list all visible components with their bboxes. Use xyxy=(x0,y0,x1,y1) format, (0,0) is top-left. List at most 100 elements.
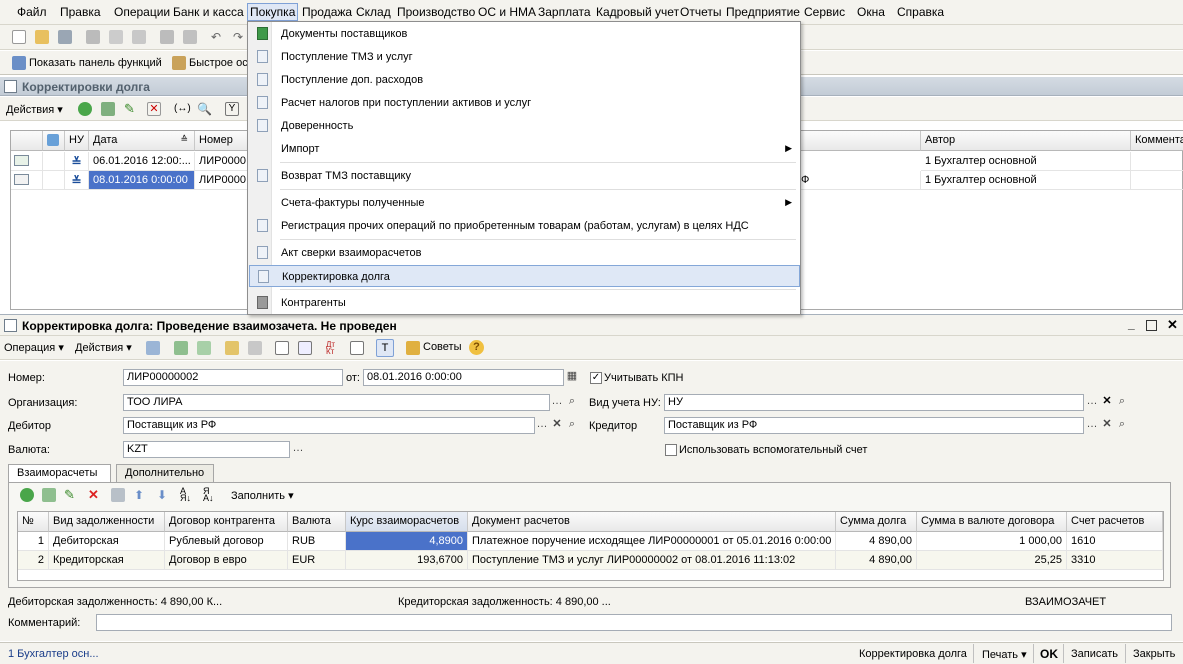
debtor-clear-icon[interactable]: ✕ xyxy=(550,418,564,433)
column-header-kind[interactable]: Вид задолженности xyxy=(49,512,165,532)
org-select-button[interactable]: … xyxy=(550,395,564,410)
tips-button[interactable]: Советы xyxy=(423,341,461,353)
creditor-select-button[interactable]: … xyxy=(1085,418,1099,433)
interval-icon[interactable]: (↔) xyxy=(174,102,191,116)
add-icon[interactable] xyxy=(78,102,92,116)
table-row-rate-selected[interactable]: 4,8900 xyxy=(346,532,468,551)
redo-icon[interactable]: ↷ xyxy=(233,31,245,43)
column-header-nu[interactable]: НУ xyxy=(65,131,89,151)
column-header-document[interactable]: Документ расчетов xyxy=(468,512,836,532)
debtor-field[interactable]: Поставщик из РФ xyxy=(123,417,535,434)
table-row-account[interactable]: 3310 xyxy=(1067,551,1163,570)
menu-item-reconciliation-act[interactable]: Акт сверки взаиморасчетов xyxy=(249,242,800,264)
table-row-contract[interactable]: Договор в евро xyxy=(165,551,288,570)
column-header-n[interactable]: № xyxy=(18,512,49,532)
creditor-search-icon[interactable]: ⌕ xyxy=(1115,418,1129,433)
menu-edit[interactable]: Правка xyxy=(60,5,101,19)
table-row-kind[interactable]: Кредиторская xyxy=(49,551,165,570)
nu-search-icon[interactable]: ⌕ xyxy=(1115,395,1129,410)
edit-pencil-icon[interactable]: ✎ xyxy=(124,102,138,116)
minimize-icon[interactable]: _ xyxy=(1128,317,1135,331)
copy-row-icon[interactable] xyxy=(101,102,115,116)
table-row-comment[interactable] xyxy=(1131,152,1183,171)
table-row-currency[interactable]: EUR xyxy=(288,551,346,570)
menu-hr[interactable]: Кадровый учет xyxy=(596,5,679,19)
table-row-sum-currency[interactable]: 1 000,00 xyxy=(917,532,1067,551)
print-icon[interactable] xyxy=(160,30,174,44)
column-header-date[interactable]: Дата ≙ xyxy=(89,131,195,151)
table-row-document[interactable]: Платежное поручение исходящее ЛИР0000000… xyxy=(468,532,836,551)
nu-clear-icon[interactable]: ✕ xyxy=(1100,395,1114,410)
table-row-n[interactable]: 2 xyxy=(18,551,49,570)
number-field[interactable]: ЛИР00000002 xyxy=(123,369,343,386)
column-header-contract[interactable]: Договор контрагента xyxy=(165,512,288,532)
copy-icon[interactable] xyxy=(109,30,123,44)
column-header-rate[interactable]: Курс взаиморасчетов xyxy=(346,512,468,532)
find-icon[interactable]: 🔍 xyxy=(197,102,212,116)
settlements-table[interactable]: № Вид задолженности Договор контрагента … xyxy=(17,511,1164,581)
column-header-comment[interactable]: Коммента xyxy=(1131,131,1183,151)
table-row-account[interactable]: 1610 xyxy=(1067,532,1163,551)
ok-button[interactable]: OK xyxy=(1040,647,1058,661)
refresh-icon[interactable] xyxy=(197,341,211,355)
comment-field[interactable] xyxy=(96,614,1172,631)
table-row-author[interactable]: 1 Бухгалтер основной xyxy=(921,152,1131,171)
table-row-date[interactable]: 06.01.2016 12:00:... xyxy=(89,152,195,171)
maximize-icon[interactable] xyxy=(1146,320,1157,331)
menu-enterprise[interactable]: Предприятие xyxy=(726,5,800,19)
currency-field[interactable]: KZT xyxy=(123,441,290,458)
form-actions-menu[interactable]: Действия ▾ xyxy=(75,341,132,354)
preview-icon[interactable] xyxy=(183,30,197,44)
table-row-rate[interactable]: 193,6700 xyxy=(346,551,468,570)
menu-file[interactable]: Файл xyxy=(17,5,47,19)
add-row-icon[interactable] xyxy=(20,488,34,502)
dt-kt-icon[interactable]: Дт Кт xyxy=(326,341,340,356)
structure-icon[interactable] xyxy=(275,341,289,355)
column-header-sum[interactable]: Сумма долга xyxy=(836,512,917,532)
table-row-date-selected[interactable]: 08.01.2016 0:00:00 xyxy=(89,171,195,190)
creditor-clear-icon[interactable]: ✕ xyxy=(1100,418,1114,433)
report-icon[interactable] xyxy=(350,341,364,355)
help-icon[interactable]: ? xyxy=(469,340,484,355)
menu-item-vat-registration[interactable]: Регистрация прочих операций по приобрете… xyxy=(249,215,800,237)
menu-item-tax-calc[interactable]: Расчет налогов при поступлении активов и… xyxy=(249,92,800,114)
move-up-icon[interactable]: ⬆ xyxy=(134,488,148,502)
menu-salary[interactable]: Зарплата xyxy=(538,5,591,19)
column-header-author[interactable]: Автор xyxy=(921,131,1131,151)
sort-desc-icon[interactable]: Я А↓ xyxy=(203,487,217,503)
table-row-sum[interactable]: 4 890,00 xyxy=(836,532,917,551)
quick-start-button[interactable]: Быстрое ос xyxy=(189,57,248,69)
move-down-icon[interactable]: ⬇ xyxy=(157,488,171,502)
delete-icon[interactable]: ✕ xyxy=(147,102,161,116)
menu-item-invoices-received[interactable]: Счета-фактуры полученные ▶ xyxy=(249,192,800,214)
column-header-account[interactable]: Счет расчетов xyxy=(1067,512,1163,532)
correction-print-button[interactable]: Корректировка долга xyxy=(859,648,967,660)
column-header-sum-currency[interactable]: Сумма в валюте договора xyxy=(917,512,1067,532)
org-search-icon[interactable]: ⌕ xyxy=(565,395,579,410)
table-row-currency[interactable]: RUB xyxy=(288,532,346,551)
column-header-posted[interactable] xyxy=(43,131,65,151)
menu-assets[interactable]: ОС и НМА xyxy=(478,5,536,19)
post-and-close-icon[interactable] xyxy=(146,341,160,355)
tab-settlements[interactable]: Взаиморасчеты xyxy=(8,464,111,483)
menu-production[interactable]: Производство xyxy=(397,5,475,19)
table-row-sum-currency[interactable]: 25,25 xyxy=(917,551,1067,570)
currency-select-button[interactable]: … xyxy=(291,442,305,457)
menu-item-return-to-supplier[interactable]: Возврат ТМЗ поставщику xyxy=(249,165,800,187)
open-folder-icon[interactable] xyxy=(35,30,49,44)
list-actions-menu[interactable]: Действия ▾ xyxy=(6,103,63,116)
filter-icon[interactable]: Y xyxy=(225,102,239,116)
aux-account-checkbox[interactable] xyxy=(665,444,677,456)
creditor-field[interactable]: Поставщик из РФ xyxy=(664,417,1084,434)
menu-item-power-of-attorney[interactable]: Доверенность xyxy=(249,115,800,137)
menu-operations[interactable]: Операции xyxy=(114,5,170,19)
based-on-icon[interactable] xyxy=(225,341,239,355)
table-row-n[interactable]: 1 xyxy=(18,532,49,551)
menu-item-extra-costs[interactable]: Поступление доп. расходов xyxy=(249,69,800,91)
menu-item-supplier-documents[interactable]: Документы поставщиков xyxy=(249,23,800,45)
show-function-panel-button[interactable]: Показать панель функций xyxy=(29,57,162,69)
paste-icon[interactable] xyxy=(132,30,146,44)
save-icon[interactable] xyxy=(58,30,72,44)
menu-item-counterparties[interactable]: Контрагенты xyxy=(249,292,800,314)
menu-purchase[interactable]: Покупка xyxy=(247,3,299,21)
